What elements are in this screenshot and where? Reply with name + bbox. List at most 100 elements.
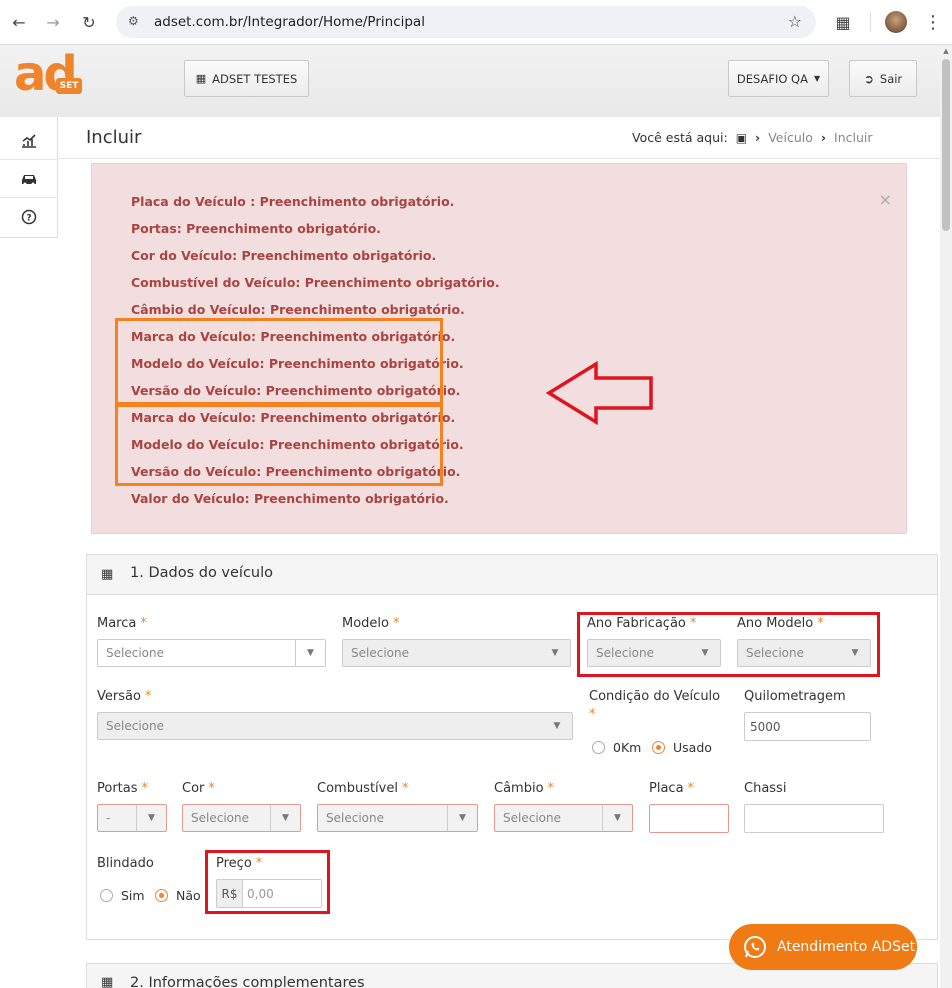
whatsapp-icon [744, 936, 766, 958]
required-mark: * [547, 781, 555, 796]
page-scrollbar[interactable]: ▲ [940, 45, 952, 988]
quilometragem-label: Quilometragem [744, 689, 846, 704]
site-settings-icon[interactable]: ⚙ [128, 14, 139, 28]
back-icon[interactable]: ← [8, 11, 30, 33]
radio-usado[interactable] [652, 741, 665, 754]
cambio-label: Câmbio * [494, 781, 554, 796]
profile-avatar[interactable] [885, 11, 907, 33]
required-mark: * [401, 781, 409, 796]
error-message: Câmbio do Veículo: Preenchimento obrigat… [131, 302, 465, 317]
placa-label: Placa * [649, 781, 694, 796]
error-message: Portas: Preenchimento obrigatório. [131, 221, 381, 236]
cor-label-text: Cor [182, 781, 205, 796]
site-header: ad SET ▦ ADSET TESTES DESAFIO QA ▼ ➲ Sai… [0, 45, 940, 117]
cambio-label-text: Câmbio [494, 781, 544, 796]
monitor-icon[interactable]: ▣ [736, 131, 747, 145]
adset-logo[interactable]: ad SET [14, 46, 92, 110]
nav-help[interactable]: ? [0, 198, 58, 236]
nav-vehicles[interactable] [0, 160, 58, 198]
user-menu-label: DESAFIO QA [736, 71, 808, 86]
radio-usado-label: Usado [673, 740, 712, 755]
url-text: adset.com.br/Integrador/Home/Principal [154, 14, 425, 30]
blindado-label: Blindado [97, 856, 154, 871]
chevron-down-icon: ▼ [270, 805, 300, 831]
portas-label-text: Portas [97, 781, 138, 796]
error-message: Placa do Veículo : Preenchimento obrigat… [131, 194, 455, 209]
chart-icon [22, 133, 36, 148]
portas-label: Portas * [97, 781, 148, 796]
modelo-select[interactable]: Selecione ▼ [342, 639, 571, 667]
logout-label: Sair [879, 71, 903, 86]
page-title: Incluir [86, 127, 142, 148]
chevron-down-icon: ▼ [136, 805, 166, 831]
cambio-select[interactable]: Selecione ▼ [494, 804, 633, 832]
bookmark-star-icon[interactable]: ☆ [788, 12, 802, 31]
arrow-left-annotation-icon [545, 360, 653, 426]
section-title: 2. Informações complementares [130, 975, 365, 988]
versao-label: Versão * [97, 689, 151, 704]
combustivel-label: Combustível * [317, 781, 408, 796]
scroll-up-icon[interactable]: ▲ [942, 47, 950, 57]
scrollbar-thumb[interactable] [942, 59, 950, 231]
quilometragem-input[interactable]: 5000 [744, 712, 871, 741]
chat-button[interactable]: Atendimento ADSet [729, 924, 917, 970]
extensions-icon[interactable]: ▦ [832, 11, 854, 33]
chevron-down-icon: ▼ [295, 640, 325, 666]
radio-blindado-nao[interactable] [155, 889, 168, 902]
placa-label-text: Placa [649, 781, 684, 796]
radio-0km[interactable] [592, 741, 605, 754]
required-mark: * [208, 781, 215, 796]
breadcrumb-current: Incluir [834, 130, 873, 145]
required-mark: * [393, 616, 400, 631]
cor-select[interactable]: Selecione ▼ [182, 804, 301, 832]
chevron-down-icon: ▼ [551, 648, 559, 658]
breadcrumb-prefix: Você está aqui: [632, 130, 728, 145]
address-bar[interactable]: ⚙ adset.com.br/Integrador/Home/Principal… [116, 6, 816, 38]
building-icon: ▦ [195, 72, 207, 85]
browser-menu-icon[interactable]: ⋮ [922, 11, 944, 33]
marca-label: Marca * [97, 616, 147, 631]
error-message: Cor do Veículo: Preenchimento obrigatóri… [131, 248, 437, 263]
nav-dashboard[interactable] [0, 122, 58, 160]
combustivel-label-text: Combustível [317, 781, 398, 796]
placa-input[interactable] [649, 804, 729, 833]
toolbar-divider [870, 12, 871, 32]
error-message: Valor do Veículo: Preenchimento obrigató… [131, 491, 449, 506]
help-icon: ? [21, 209, 37, 225]
logout-button[interactable]: ➲ Sair [849, 60, 917, 97]
cor-value: Selecione [191, 811, 249, 825]
breadcrumb-vehicle[interactable]: Veículo [768, 130, 813, 145]
forward-icon[interactable]: → [42, 11, 64, 33]
chassi-input[interactable] [744, 804, 884, 833]
building-icon: ▦ [101, 975, 114, 988]
versao-select[interactable]: Selecione ▼ [97, 712, 573, 740]
panel-header: ▦ 1. Dados do veículo [87, 555, 937, 595]
combustivel-select[interactable]: Selecione ▼ [317, 804, 478, 832]
company-button[interactable]: ▦ ADSET TESTES [184, 60, 309, 97]
required-mark: * [140, 616, 147, 631]
alert-close-icon[interactable]: × [879, 190, 892, 209]
svg-text:?: ? [26, 214, 31, 224]
modelo-label: Modelo * [342, 616, 400, 631]
required-mark: * [141, 781, 149, 796]
radio-blindado-sim[interactable] [100, 889, 113, 902]
radio-nao-label: Não [176, 888, 201, 903]
company-button-label: ADSET TESTES [212, 71, 298, 86]
reload-icon[interactable]: ↻ [78, 11, 100, 33]
required-mark: * [589, 707, 596, 722]
year-fields-highlight-box [577, 612, 880, 677]
portas-select[interactable]: - ▼ [97, 804, 167, 832]
marca-select[interactable]: Selecione ▼ [97, 639, 326, 667]
radio-sim-label: Sim [121, 888, 145, 903]
side-nav: ? [0, 117, 58, 238]
required-mark: * [144, 689, 152, 704]
price-highlight-box [205, 850, 330, 914]
caret-down-icon: ▼ [813, 74, 821, 83]
user-menu-button[interactable]: DESAFIO QA ▼ [728, 60, 829, 97]
combustivel-value: Selecione [326, 811, 384, 825]
logo-sub: SET [56, 78, 82, 94]
section-title: 1. Dados do veículo [130, 565, 274, 581]
versao-label-text: Versão [97, 689, 141, 704]
chassi-label: Chassi [744, 781, 787, 796]
chevron-right-icon: › [755, 130, 761, 145]
